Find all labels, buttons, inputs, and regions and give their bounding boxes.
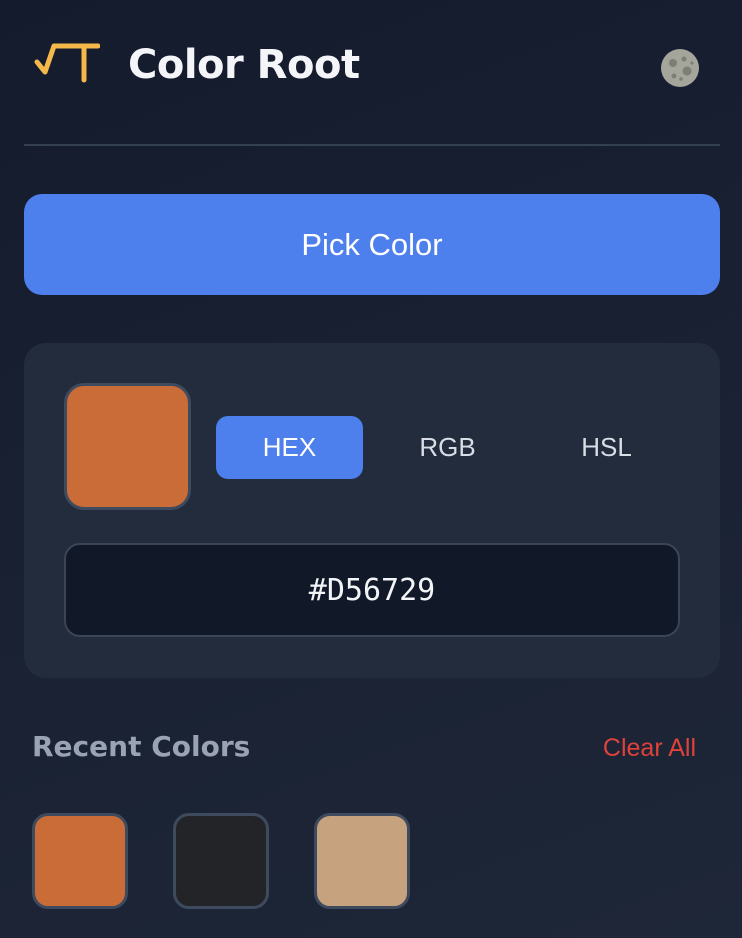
app-title: Color Root [128,42,360,88]
moon-icon[interactable] [660,48,700,88]
color-preview-swatch [64,383,191,510]
tab-hsl[interactable]: HSL [533,416,680,479]
recent-colors-title: Recent Colors [32,730,251,763]
recent-color-swatch[interactable] [314,813,410,909]
recent-color-swatch[interactable] [173,813,269,909]
pick-color-button[interactable]: Pick Color [24,194,720,295]
tab-rgb[interactable]: RGB [374,416,521,479]
format-tabs: HEX RGB HSL [216,416,692,479]
clear-all-button[interactable]: Clear All [603,734,696,763]
recent-colors-list [32,813,432,909]
recent-color-swatch[interactable] [32,813,128,909]
header-divider [24,144,720,146]
color-root-app: Color Root Pick Color HEX RGB HSL #D5672… [0,0,742,938]
color-card: HEX RGB HSL #D56729 [24,343,720,678]
tab-hex[interactable]: HEX [216,416,363,479]
sqrt-t-logo-icon [34,43,100,83]
color-value-field[interactable]: #D56729 [64,543,680,637]
header: Color Root [24,30,720,106]
